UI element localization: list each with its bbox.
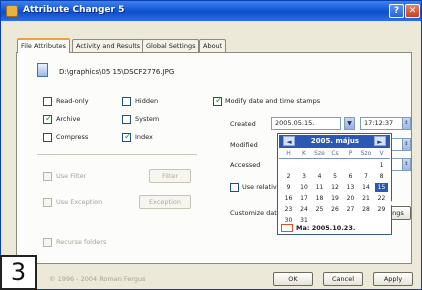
filter-button[interactable]: Filter: [149, 169, 191, 183]
calendar-day[interactable]: 18: [313, 194, 326, 203]
calendar-day[interactable]: 11: [313, 183, 326, 192]
calendar-header: ◄ 2005. május ►: [279, 135, 390, 148]
previous-month-icon[interactable]: ◄: [283, 136, 295, 146]
copyright-text: © 1996 - 2004 Roman Fergus: [49, 275, 146, 283]
calendar-day[interactable]: 17: [298, 194, 311, 203]
calendar-weekday: P: [348, 150, 353, 157]
hidden-checkbox[interactable]: [122, 97, 131, 106]
recurse-folders-label: Recurse folders: [56, 238, 107, 246]
use-relative-label: Use relative: [242, 183, 281, 191]
calendar-day[interactable]: 2: [282, 172, 295, 181]
calendar-day[interactable]: 12: [329, 183, 342, 192]
calendar-day[interactable]: 9: [282, 183, 295, 192]
window-title: Attribute Changer 5: [23, 5, 125, 15]
calendar-day[interactable]: 26: [329, 205, 342, 214]
close-button[interactable]: ✕: [405, 4, 420, 18]
calendar-day[interactable]: 6: [344, 172, 357, 181]
system-label: System: [135, 115, 160, 123]
calendar-day[interactable]: 24: [298, 205, 311, 214]
title-bar[interactable]: Attribute Changer 5 ? ✕: [1, 1, 421, 21]
calendar-day[interactable]: 27: [344, 205, 357, 214]
exception-button[interactable]: Exception: [139, 195, 191, 209]
created-time-input[interactable]: 17:12:37: [360, 117, 408, 130]
use-filter-checkbox[interactable]: [43, 172, 52, 181]
index-checkbox[interactable]: ✓: [122, 132, 132, 142]
next-month-icon[interactable]: ►: [374, 136, 386, 146]
step-number-badge: 3: [0, 255, 37, 290]
tab-about[interactable]: About: [199, 39, 227, 52]
time-spinner-icon[interactable]: ⇕: [402, 117, 411, 130]
calendar-day[interactable]: 3: [298, 172, 311, 181]
calendar-weekday: H: [286, 150, 291, 157]
cancel-button[interactable]: Cancel: [323, 272, 363, 286]
calendar-day[interactable]: 7: [360, 172, 373, 181]
app-window: Attribute Changer 5 ? ✕ File Attributes …: [0, 0, 422, 290]
accessed-label: Accessed: [230, 161, 261, 169]
file-icon: [37, 63, 48, 77]
calendar-day[interactable]: 28: [360, 205, 373, 214]
modify-timestamps-label: Modify date and time stamps: [225, 97, 321, 105]
archive-checkbox[interactable]: ✓: [43, 114, 53, 124]
divider: [37, 154, 197, 155]
readonly-checkbox[interactable]: [43, 97, 52, 106]
customize-date-label: Customize date: [230, 209, 281, 217]
check-icon: ✓: [124, 132, 132, 142]
chevron-down-icon[interactable]: ▼: [344, 117, 355, 130]
check-icon: ✓: [45, 114, 53, 124]
compress-label: Compress: [56, 133, 89, 141]
calendar-weekday: V: [379, 150, 384, 157]
calendar-day[interactable]: 4: [313, 172, 326, 181]
calendar-weekday: Sze: [314, 150, 325, 157]
calendar-day[interactable]: 25: [313, 205, 326, 214]
created-date-input[interactable]: 2005.05.15.: [271, 117, 341, 130]
tab-global-settings[interactable]: Global Settings: [142, 39, 200, 52]
hidden-label: Hidden: [135, 97, 159, 105]
compress-checkbox[interactable]: [43, 133, 52, 142]
calendar-day[interactable]: 16: [282, 194, 295, 203]
calendar-day[interactable]: 1: [375, 161, 388, 170]
archive-label: Archive: [56, 115, 81, 123]
use-exception-checkbox[interactable]: [43, 198, 52, 207]
file-path: D:\graphics\05 15\DSCF2776.JPG: [59, 68, 175, 76]
calendar-day[interactable]: 10: [298, 183, 311, 192]
use-exception-label: Use Exception: [56, 198, 103, 206]
today-marker: [281, 224, 293, 232]
modify-timestamps-checkbox[interactable]: ✓: [213, 96, 223, 106]
calendar-day[interactable]: 5: [329, 172, 342, 181]
today-link[interactable]: Ma: 2005.10.23.: [296, 224, 355, 232]
app-icon: [6, 5, 18, 17]
calendar-day[interactable]: 8: [375, 172, 388, 181]
calendar-day[interactable]: 21: [360, 194, 373, 203]
use-filter-label: Use Filter: [56, 172, 87, 180]
tab-activity-results[interactable]: Activity and Results: [72, 39, 145, 52]
use-relative-checkbox[interactable]: [230, 183, 239, 192]
system-checkbox[interactable]: [122, 115, 131, 124]
calendar-day[interactable]: 14: [360, 183, 373, 192]
calendar-divider: [279, 158, 390, 159]
recurse-folders-checkbox[interactable]: [43, 238, 52, 247]
calendar-day[interactable]: 13: [344, 183, 357, 192]
index-label: Index: [135, 133, 153, 141]
calendar-day[interactable]: 15: [375, 183, 388, 192]
calendar-weekday: Szo: [360, 150, 372, 157]
date-picker-calendar[interactable]: ◄ 2005. május ► H K Sze Cs P Szo V 1 2 3 4 5 6 7 8 9 10 1…: [277, 133, 392, 235]
time-spinner-icon[interactable]: ⇕: [402, 138, 411, 151]
help-button[interactable]: ?: [389, 4, 404, 18]
tab-file-attributes[interactable]: File Attributes: [17, 38, 71, 53]
calendar-month-title[interactable]: 2005. május: [301, 137, 369, 145]
calendar-weekday: Cs: [331, 150, 339, 157]
time-spinner-icon[interactable]: ⇕: [402, 158, 411, 171]
calendar-day[interactable]: 20: [344, 194, 357, 203]
calendar-weekday: K: [302, 150, 306, 157]
calendar-day[interactable]: 19: [329, 194, 342, 203]
modified-label: Modified: [230, 141, 258, 149]
apply-button[interactable]: Apply: [373, 272, 413, 286]
check-icon: ✓: [215, 96, 223, 106]
readonly-label: Read-only: [56, 97, 89, 105]
ok-button[interactable]: OK: [273, 272, 313, 286]
calendar-day[interactable]: 23: [282, 205, 295, 214]
created-label: Created: [230, 120, 256, 128]
